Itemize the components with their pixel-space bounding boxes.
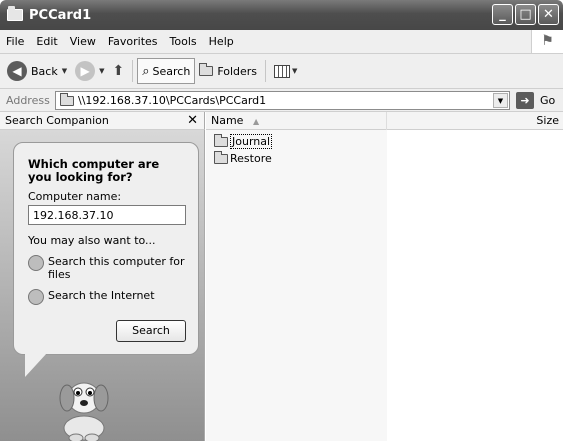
views-button[interactable]: ▼ — [270, 58, 301, 84]
maximize-icon: □ — [519, 7, 532, 22]
search-computer-option[interactable]: Search this computer for files — [28, 255, 185, 281]
toolbar-separator — [132, 60, 134, 82]
menu-favorites[interactable]: Favorites — [102, 35, 164, 48]
maximize-button[interactable]: □ — [515, 4, 536, 25]
sorted-column-band — [206, 130, 387, 441]
search-computer-label: Search this computer for files — [48, 255, 185, 281]
close-button[interactable]: ✕ — [538, 4, 559, 25]
search-companion-pane: Which computer are you looking for? Comp… — [0, 130, 205, 441]
back-button[interactable]: ◀ Back ▼ — [3, 58, 71, 84]
chevron-down-icon[interactable]: ▼ — [62, 67, 67, 75]
bubble-tail — [25, 353, 47, 377]
folder-icon — [214, 150, 228, 164]
close-icon: ✕ — [543, 7, 554, 22]
close-icon[interactable]: ✕ — [187, 113, 198, 128]
views-icon — [274, 64, 291, 78]
window-controls: _ □ ✕ — [492, 4, 559, 25]
folders-label: Folders — [217, 64, 258, 78]
folders-icon — [199, 63, 214, 76]
title-bar[interactable]: PCCard1 _ □ ✕ — [0, 0, 563, 30]
computer-name-input[interactable]: 192.168.37.10 — [28, 205, 186, 225]
menu-edit[interactable]: Edit — [30, 35, 63, 48]
menu-tools[interactable]: Tools — [164, 35, 203, 48]
folders-button[interactable]: Folders — [195, 58, 261, 84]
search-question: Which computer are you looking for? — [28, 157, 160, 184]
file-name: Restore — [230, 152, 272, 165]
folder-icon — [7, 6, 23, 21]
search-submit-button[interactable]: Search — [116, 320, 186, 342]
windows-logo-icon: ⚑ — [531, 30, 563, 53]
list-item[interactable]: Journal — [214, 133, 273, 149]
folder-icon — [214, 133, 228, 147]
go-label[interactable]: Go — [540, 94, 555, 107]
menu-bar: File Edit View Favorites Tools Help ⚑ — [0, 30, 563, 54]
window-title: PCCard1 — [29, 7, 92, 23]
search-button[interactable]: ⌕ Search — [137, 58, 196, 84]
minimize-icon: _ — [499, 7, 506, 22]
address-label: Address — [6, 93, 50, 107]
column-name-header[interactable]: Name ▲ — [206, 112, 387, 130]
chevron-down-icon: ▼ — [497, 97, 504, 105]
chevron-down-icon[interactable]: ▼ — [99, 67, 104, 75]
search-internet-label: Search the Internet — [48, 289, 155, 302]
search-dog-icon[interactable] — [50, 368, 120, 441]
menu-view[interactable]: View — [64, 35, 102, 48]
address-input[interactable]: \\192.168.37.10\PCCards\PCCard1 ▼ — [55, 91, 510, 110]
magnifier-icon: ⌕ — [142, 63, 150, 79]
forward-arrow-icon: ▶ — [75, 61, 96, 81]
folder-icon — [60, 92, 74, 106]
search-computer-icon — [28, 255, 44, 271]
file-list-header: Name ▲ Size — [206, 112, 563, 130]
minimize-button[interactable]: _ — [492, 4, 513, 25]
column-size-header[interactable]: Size — [536, 112, 559, 129]
toolbar-separator — [265, 60, 267, 82]
address-dropdown[interactable]: ▼ — [493, 93, 508, 108]
menu-help[interactable]: Help — [203, 35, 240, 48]
file-list: Journal Restore — [206, 130, 563, 441]
go-button[interactable]: ➜ — [516, 92, 534, 109]
go-arrow-icon: ➜ — [520, 94, 530, 107]
search-companion-header: Search Companion ✕ — [0, 112, 205, 130]
file-name: Journal — [230, 134, 273, 149]
list-item[interactable]: Restore — [214, 150, 272, 165]
search-internet-option[interactable]: Search the Internet — [28, 289, 185, 305]
address-value: \\192.168.37.10\PCCards\PCCard1 — [78, 94, 267, 107]
computer-name-label: Computer name: — [28, 190, 122, 203]
back-label: Back — [31, 64, 58, 78]
search-label: Search — [152, 64, 191, 78]
back-arrow-icon: ◀ — [7, 61, 27, 81]
address-bar: Address \\192.168.37.10\PCCards\PCCard1 … — [0, 89, 563, 112]
column-name-label: Name — [211, 114, 244, 127]
up-folder-icon: ⬆ — [112, 63, 125, 79]
chevron-down-icon: ▼ — [292, 67, 298, 75]
up-button[interactable]: ⬆ — [109, 58, 129, 84]
internet-search-icon — [28, 289, 44, 305]
search-companion-title: Search Companion — [5, 114, 109, 127]
also-label: You may also want to... — [28, 234, 156, 247]
toolbar: ◀ Back ▼ ▶ ▼ ⬆ ⌕ Search Folders ▼ — [0, 54, 563, 89]
sort-ascending-icon: ▲ — [252, 117, 260, 126]
menu-file[interactable]: File — [0, 35, 30, 48]
forward-button[interactable]: ▶ ▼ — [71, 58, 108, 84]
search-bubble: Which computer are you looking for? Comp… — [13, 142, 199, 355]
